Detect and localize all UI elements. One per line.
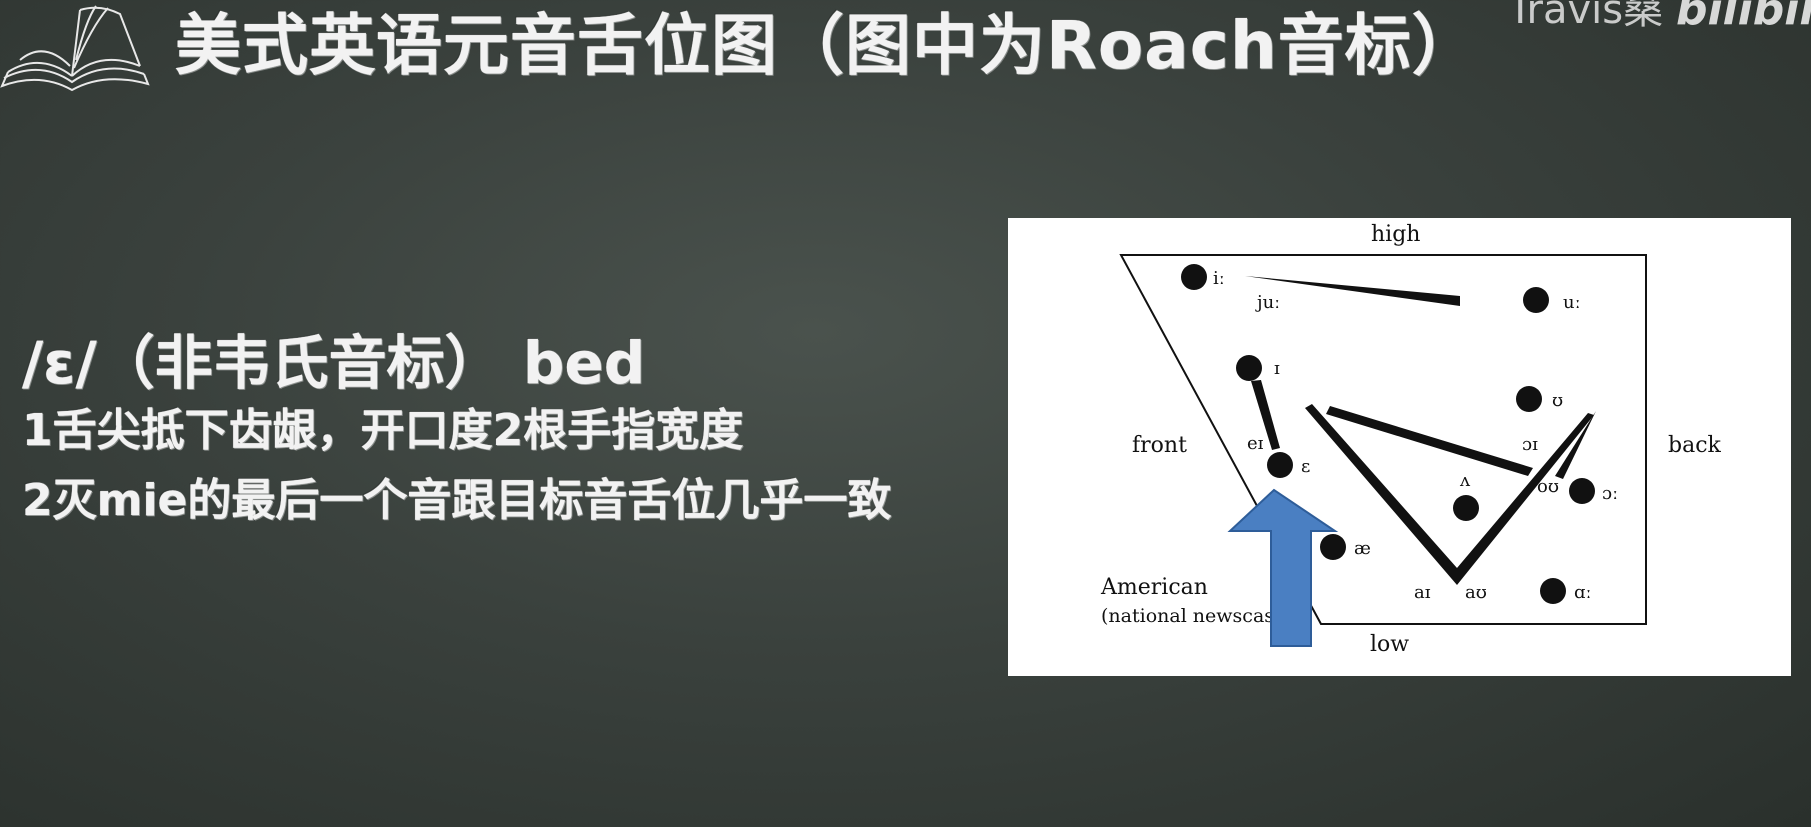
vowel-label: æ <box>1354 538 1371 559</box>
vowel-label: aʊ <box>1465 582 1487 603</box>
vowel-label: ɔː <box>1602 483 1618 504</box>
vowel-dot <box>1181 264 1207 290</box>
watermark: Travis桑 <box>1508 0 1664 33</box>
vowel-label: iː <box>1213 268 1225 289</box>
variety-label: American <box>1100 575 1208 600</box>
vowel-dot <box>1523 287 1549 313</box>
variety-sublabel: (national newscas <box>1101 605 1274 627</box>
vowel-label: ʊ <box>1552 390 1563 411</box>
lesson-content: /ɛ/（非韦氏音标） bed 1舌尖抵下齿龈，开口度2根手指宽度 2灭mie的最… <box>22 330 891 536</box>
vowel-label: eɪ <box>1247 433 1264 454</box>
vowel-label: oʊ <box>1537 476 1559 497</box>
axis-label-low: low <box>1370 632 1409 657</box>
lesson-point: 2灭mie的最后一个音跟目标音舌位几乎一致 <box>22 475 892 526</box>
vowel-label: ɪ <box>1274 358 1280 379</box>
page-title: 美式英语元音舌位图（图中为Roach音标） <box>175 7 1479 84</box>
vowel-dot <box>1320 534 1346 560</box>
vowel-label: ʌ <box>1459 470 1471 491</box>
vowel-dot <box>1453 495 1479 521</box>
vowel-label: uː <box>1563 292 1581 313</box>
vowel-dot <box>1569 478 1595 504</box>
lesson-point: 1舌尖抵下齿龈，开口度2根手指宽度 <box>22 405 744 456</box>
vowel-chart: high low front back American (national n… <box>1008 218 1791 676</box>
axis-label-high: high <box>1371 222 1420 247</box>
vowel-label: ɔɪ <box>1522 434 1538 455</box>
vowel-dot <box>1267 452 1293 478</box>
vowel-dot <box>1236 355 1262 381</box>
vowel-dot <box>1540 578 1566 604</box>
vowel-label: ɑː <box>1574 582 1592 603</box>
axis-label-back: back <box>1668 433 1722 458</box>
vowel-dot <box>1516 386 1542 412</box>
vowel-label: juː <box>1255 292 1280 313</box>
axis-label-front: front <box>1132 433 1187 458</box>
phoneme-heading: /ɛ/（非韦氏音标） bed <box>22 329 646 397</box>
bilibili-logo: bilibili <box>1676 0 1811 35</box>
vowel-label: aɪ <box>1414 582 1431 603</box>
book-icon <box>0 5 150 92</box>
vowel-label: ɛ <box>1301 456 1310 477</box>
